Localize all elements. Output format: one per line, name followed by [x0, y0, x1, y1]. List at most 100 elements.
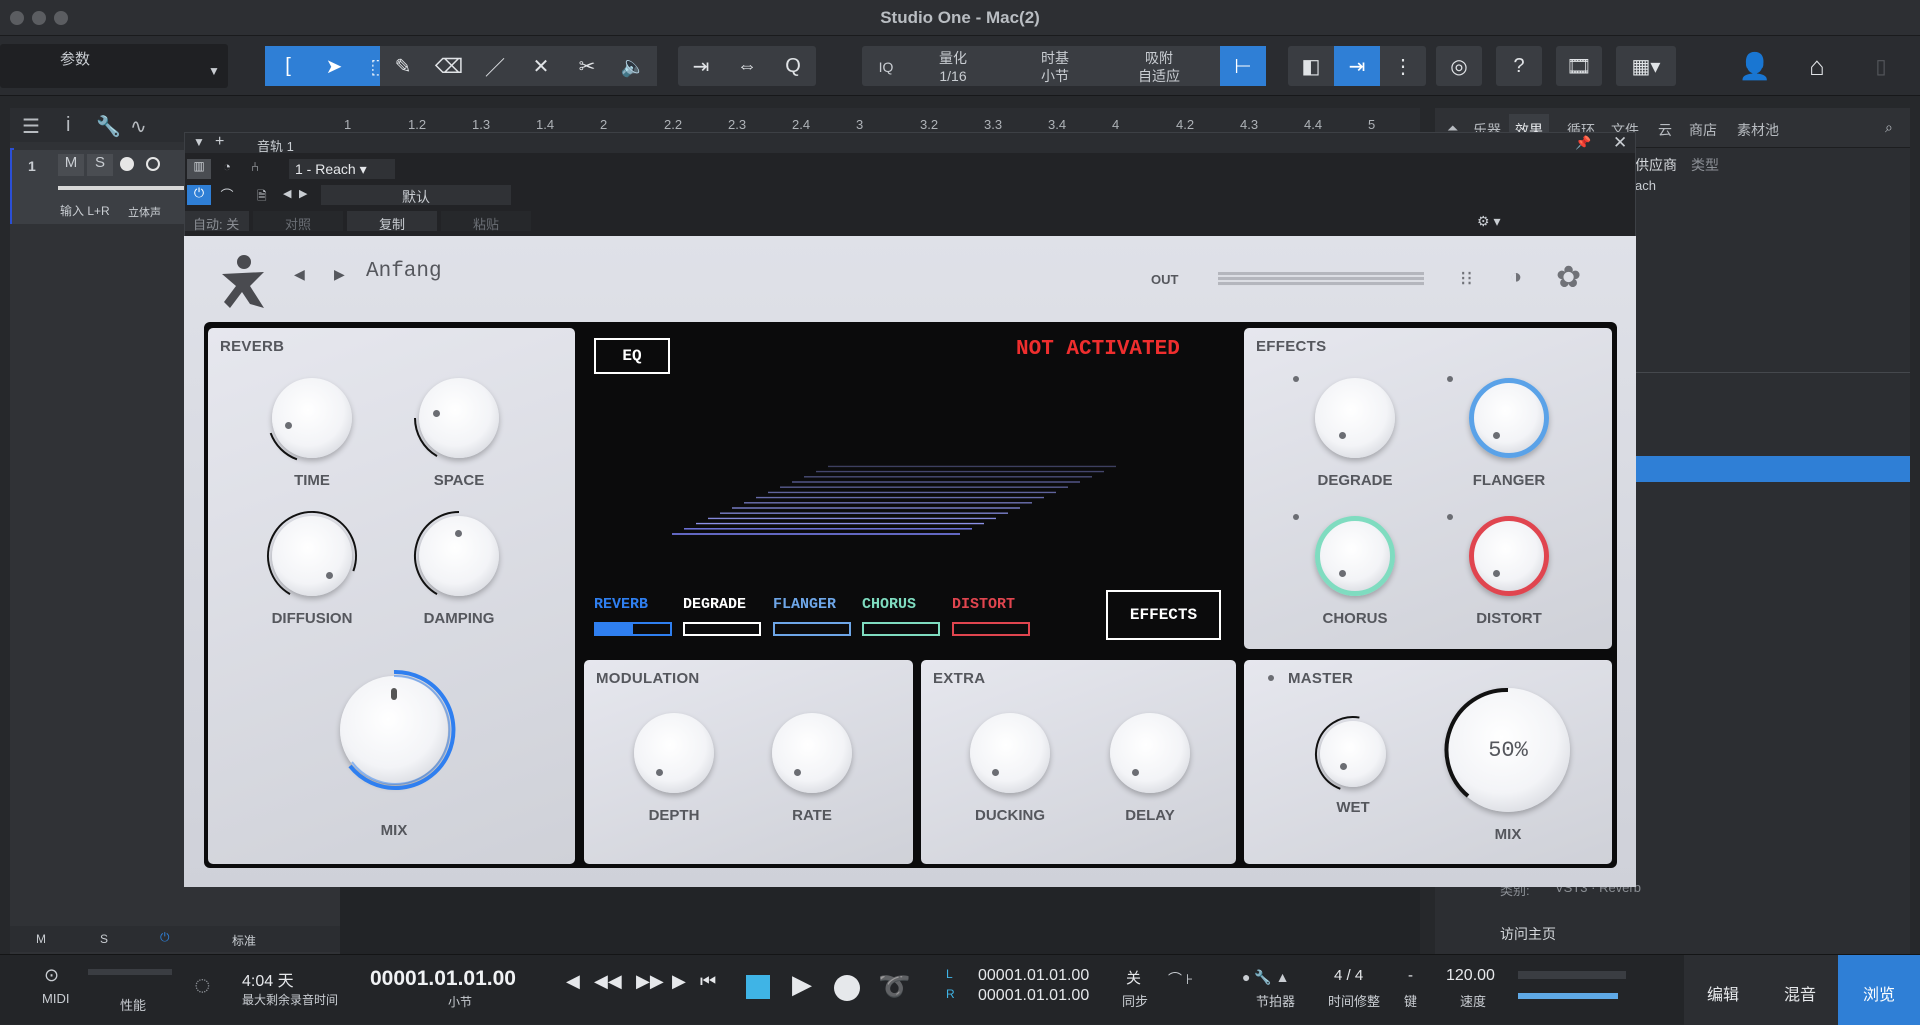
chorus-knob[interactable] — [1315, 516, 1395, 596]
metronome-icon[interactable]: ● 🔧 ▲ — [1242, 969, 1290, 986]
tab-distort[interactable]: DISTORT — [952, 596, 1015, 613]
loop-end[interactable]: 00001.01.01.00 — [978, 987, 1089, 1005]
copy-button[interactable]: 复制 — [347, 211, 437, 232]
return-zero-icon[interactable]: ◀ — [566, 971, 580, 992]
visit-homepage-link[interactable]: 访问主页 — [1500, 924, 1556, 944]
ducking-knob[interactable] — [970, 713, 1050, 793]
solo-button[interactable]: S — [87, 154, 113, 176]
delay-knob[interactable] — [1110, 713, 1190, 793]
pencil-tool-button[interactable]: ✎ — [380, 46, 426, 86]
position-unit[interactable]: 小节 — [448, 993, 472, 1010]
autoscroll-button[interactable]: ⇥ — [1334, 46, 1380, 86]
snap-toggle-button[interactable]: ⊢ — [1220, 46, 1266, 86]
tab-chorus-bar[interactable] — [862, 622, 940, 636]
split-tool-button[interactable]: ✂ — [564, 46, 610, 86]
chorus-enable-led[interactable] — [1293, 514, 1299, 520]
layout-icon[interactable]: ▦▾ — [1618, 46, 1674, 86]
fast-forward-icon[interactable]: ▶▶ — [636, 971, 664, 992]
mute-button[interactable]: M — [58, 154, 84, 176]
selected-browser-row[interactable] — [1635, 456, 1910, 482]
info-icon[interactable]: i — [66, 114, 70, 137]
paint-tool-button[interactable]: ／ — [472, 46, 518, 86]
stop-button[interactable] — [746, 975, 770, 999]
automation-icon[interactable]: ∿ — [130, 114, 147, 139]
midi-icon[interactable]: ⊙ — [44, 965, 59, 986]
tab-reverb-bar[interactable] — [594, 622, 672, 636]
power-icon[interactable]: ⏻ — [160, 930, 170, 945]
loop-button[interactable]: ➰ — [878, 971, 910, 1002]
tab-distort-bar[interactable] — [952, 622, 1030, 636]
arrow-tool-button[interactable]: ➤ — [311, 46, 357, 86]
theme-icon[interactable]: ◑ — [1510, 266, 1522, 289]
time-signature[interactable]: 4 / 4 — [1334, 967, 1363, 984]
edit-view-button[interactable]: 编辑 — [1684, 955, 1762, 1025]
home-icon[interactable]: ⌂ — [1794, 46, 1840, 86]
tab-chorus[interactable]: CHORUS — [862, 596, 916, 613]
degrade-enable-led[interactable] — [1293, 376, 1299, 382]
track-header[interactable]: 1 M S 输入 L+R 立体声 — [12, 150, 197, 224]
scroll-back-icon[interactable]: ◧ — [1288, 46, 1334, 86]
input-select[interactable]: 输入 L+R — [60, 202, 110, 219]
play-button[interactable]: ▶ — [792, 969, 812, 1000]
document-icon[interactable]: ▯ — [1858, 46, 1904, 86]
pin-icon[interactable]: 📌 — [1575, 135, 1591, 151]
browser-item[interactable]: ach — [1635, 178, 1656, 193]
forward-icon[interactable]: ▶ — [672, 971, 686, 992]
global-solo-button[interactable]: S — [100, 932, 108, 946]
flanger-knob[interactable] — [1469, 378, 1549, 458]
view-mode-dropdown[interactable]: 标准 — [232, 932, 256, 949]
global-mute-button[interactable]: M — [36, 932, 46, 946]
degrade-knob[interactable] — [1315, 378, 1395, 458]
search-icon[interactable]: ⌕ — [1885, 119, 1893, 136]
tab-degrade-bar[interactable] — [683, 622, 761, 636]
mix-view-button[interactable]: 混音 — [1762, 955, 1838, 1025]
precount-icon[interactable]: ⌒ ⊦ — [1168, 969, 1193, 989]
mute-tool-button[interactable]: ✕ — [518, 46, 564, 86]
timebase-dropdown[interactable]: 时基 小节 — [1010, 49, 1100, 85]
browse-view-button[interactable]: 浏览 — [1838, 955, 1920, 1025]
tab-flanger-bar[interactable] — [773, 622, 851, 636]
tab-shop[interactable]: 商店 — [1689, 120, 1717, 140]
routing-icon[interactable]: ⑃ — [243, 159, 267, 179]
tab-pool[interactable]: 素材池 — [1737, 120, 1779, 140]
sort-type[interactable]: 类型 — [1691, 155, 1719, 175]
tempo-value[interactable]: 120.00 — [1446, 967, 1495, 985]
split-cursor-button[interactable]: ⋮ — [1380, 46, 1426, 86]
activate-icon[interactable]: ◔ — [215, 159, 239, 179]
plugin-power-button[interactable]: ⏻ — [187, 185, 211, 205]
distort-knob[interactable] — [1469, 516, 1549, 596]
prev-preset-arrow-icon[interactable]: ◀ — [294, 266, 305, 283]
video-icon[interactable]: 🎞 — [1556, 46, 1602, 86]
bypass-icon[interactable]: ▥ — [187, 159, 211, 179]
list-icon[interactable]: ☰ — [22, 114, 40, 139]
master-volume-slider[interactable] — [1518, 993, 1618, 999]
auto-button[interactable]: 自动: 关 — [185, 211, 249, 232]
prev-preset-icon[interactable]: ◀ — [283, 187, 291, 200]
tab-cloud[interactable]: 云 — [1658, 120, 1672, 140]
preset-file-icon[interactable]: 🗎 — [257, 187, 267, 208]
grid-menu-icon[interactable]: ⁝⁝ — [1460, 266, 1473, 291]
paste-button[interactable]: 粘贴 — [441, 211, 531, 232]
rewind-icon[interactable]: ◀◀ — [594, 971, 622, 992]
eq-button[interactable]: EQ — [594, 338, 670, 374]
key-value[interactable]: - — [1408, 967, 1413, 984]
channel-mode[interactable]: 立体声 — [128, 204, 161, 220]
compare-button[interactable]: 对照 — [253, 211, 343, 232]
volume-slider[interactable] — [58, 186, 197, 190]
position-display[interactable]: 00001.01.01.00 — [370, 967, 516, 991]
collapse-icon[interactable]: ▼ — [193, 135, 205, 149]
listen-tool-button[interactable]: 🔈 — [610, 46, 656, 86]
sync-value[interactable]: 关 — [1126, 967, 1141, 988]
next-preset-icon[interactable]: ▶ — [299, 187, 307, 200]
distort-enable-led[interactable] — [1447, 514, 1453, 520]
effects-button[interactable]: EFFECTS — [1106, 590, 1221, 640]
tab-degrade[interactable]: DEGRADE — [683, 596, 746, 613]
eraser-tool-button[interactable]: ⌫ — [426, 46, 472, 86]
rate-knob[interactable] — [772, 713, 852, 793]
record-button[interactable] — [834, 975, 860, 1001]
snap-dropdown[interactable]: 吸附 自适应 — [1114, 49, 1204, 85]
next-preset-arrow-icon[interactable]: ▶ — [334, 266, 345, 283]
user-icon[interactable]: 👤 — [1732, 46, 1778, 86]
flanger-enable-led[interactable] — [1447, 376, 1453, 382]
param-selector[interactable]: 参数 ▼ — [0, 44, 228, 88]
